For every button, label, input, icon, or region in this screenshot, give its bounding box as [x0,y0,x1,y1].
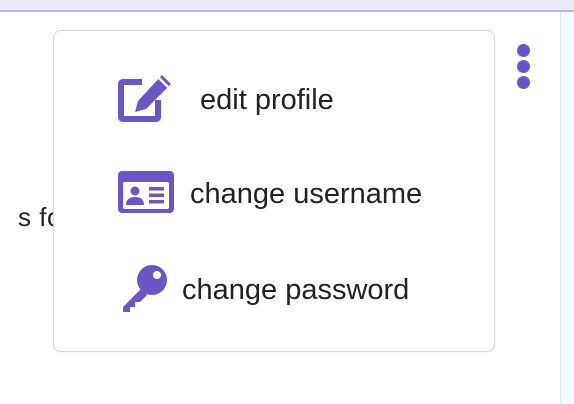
menu-item-change-password[interactable]: change password [116,263,409,318]
menu-item-label: change username [190,178,423,210]
top-band [0,0,574,12]
key-icon [116,263,172,318]
menu-item-edit-profile[interactable]: edit profile [116,73,334,128]
right-panel [560,12,574,404]
more-vertical-icon[interactable] [513,44,533,96]
menu-item-label: change password [182,274,410,306]
id-card-icon [116,169,176,220]
menu-item-label: edit profile [200,84,334,116]
dropdown-menu: edit profile change username change pass [53,30,495,352]
menu-item-change-username[interactable]: change username [116,169,422,220]
edit-icon [116,73,176,128]
